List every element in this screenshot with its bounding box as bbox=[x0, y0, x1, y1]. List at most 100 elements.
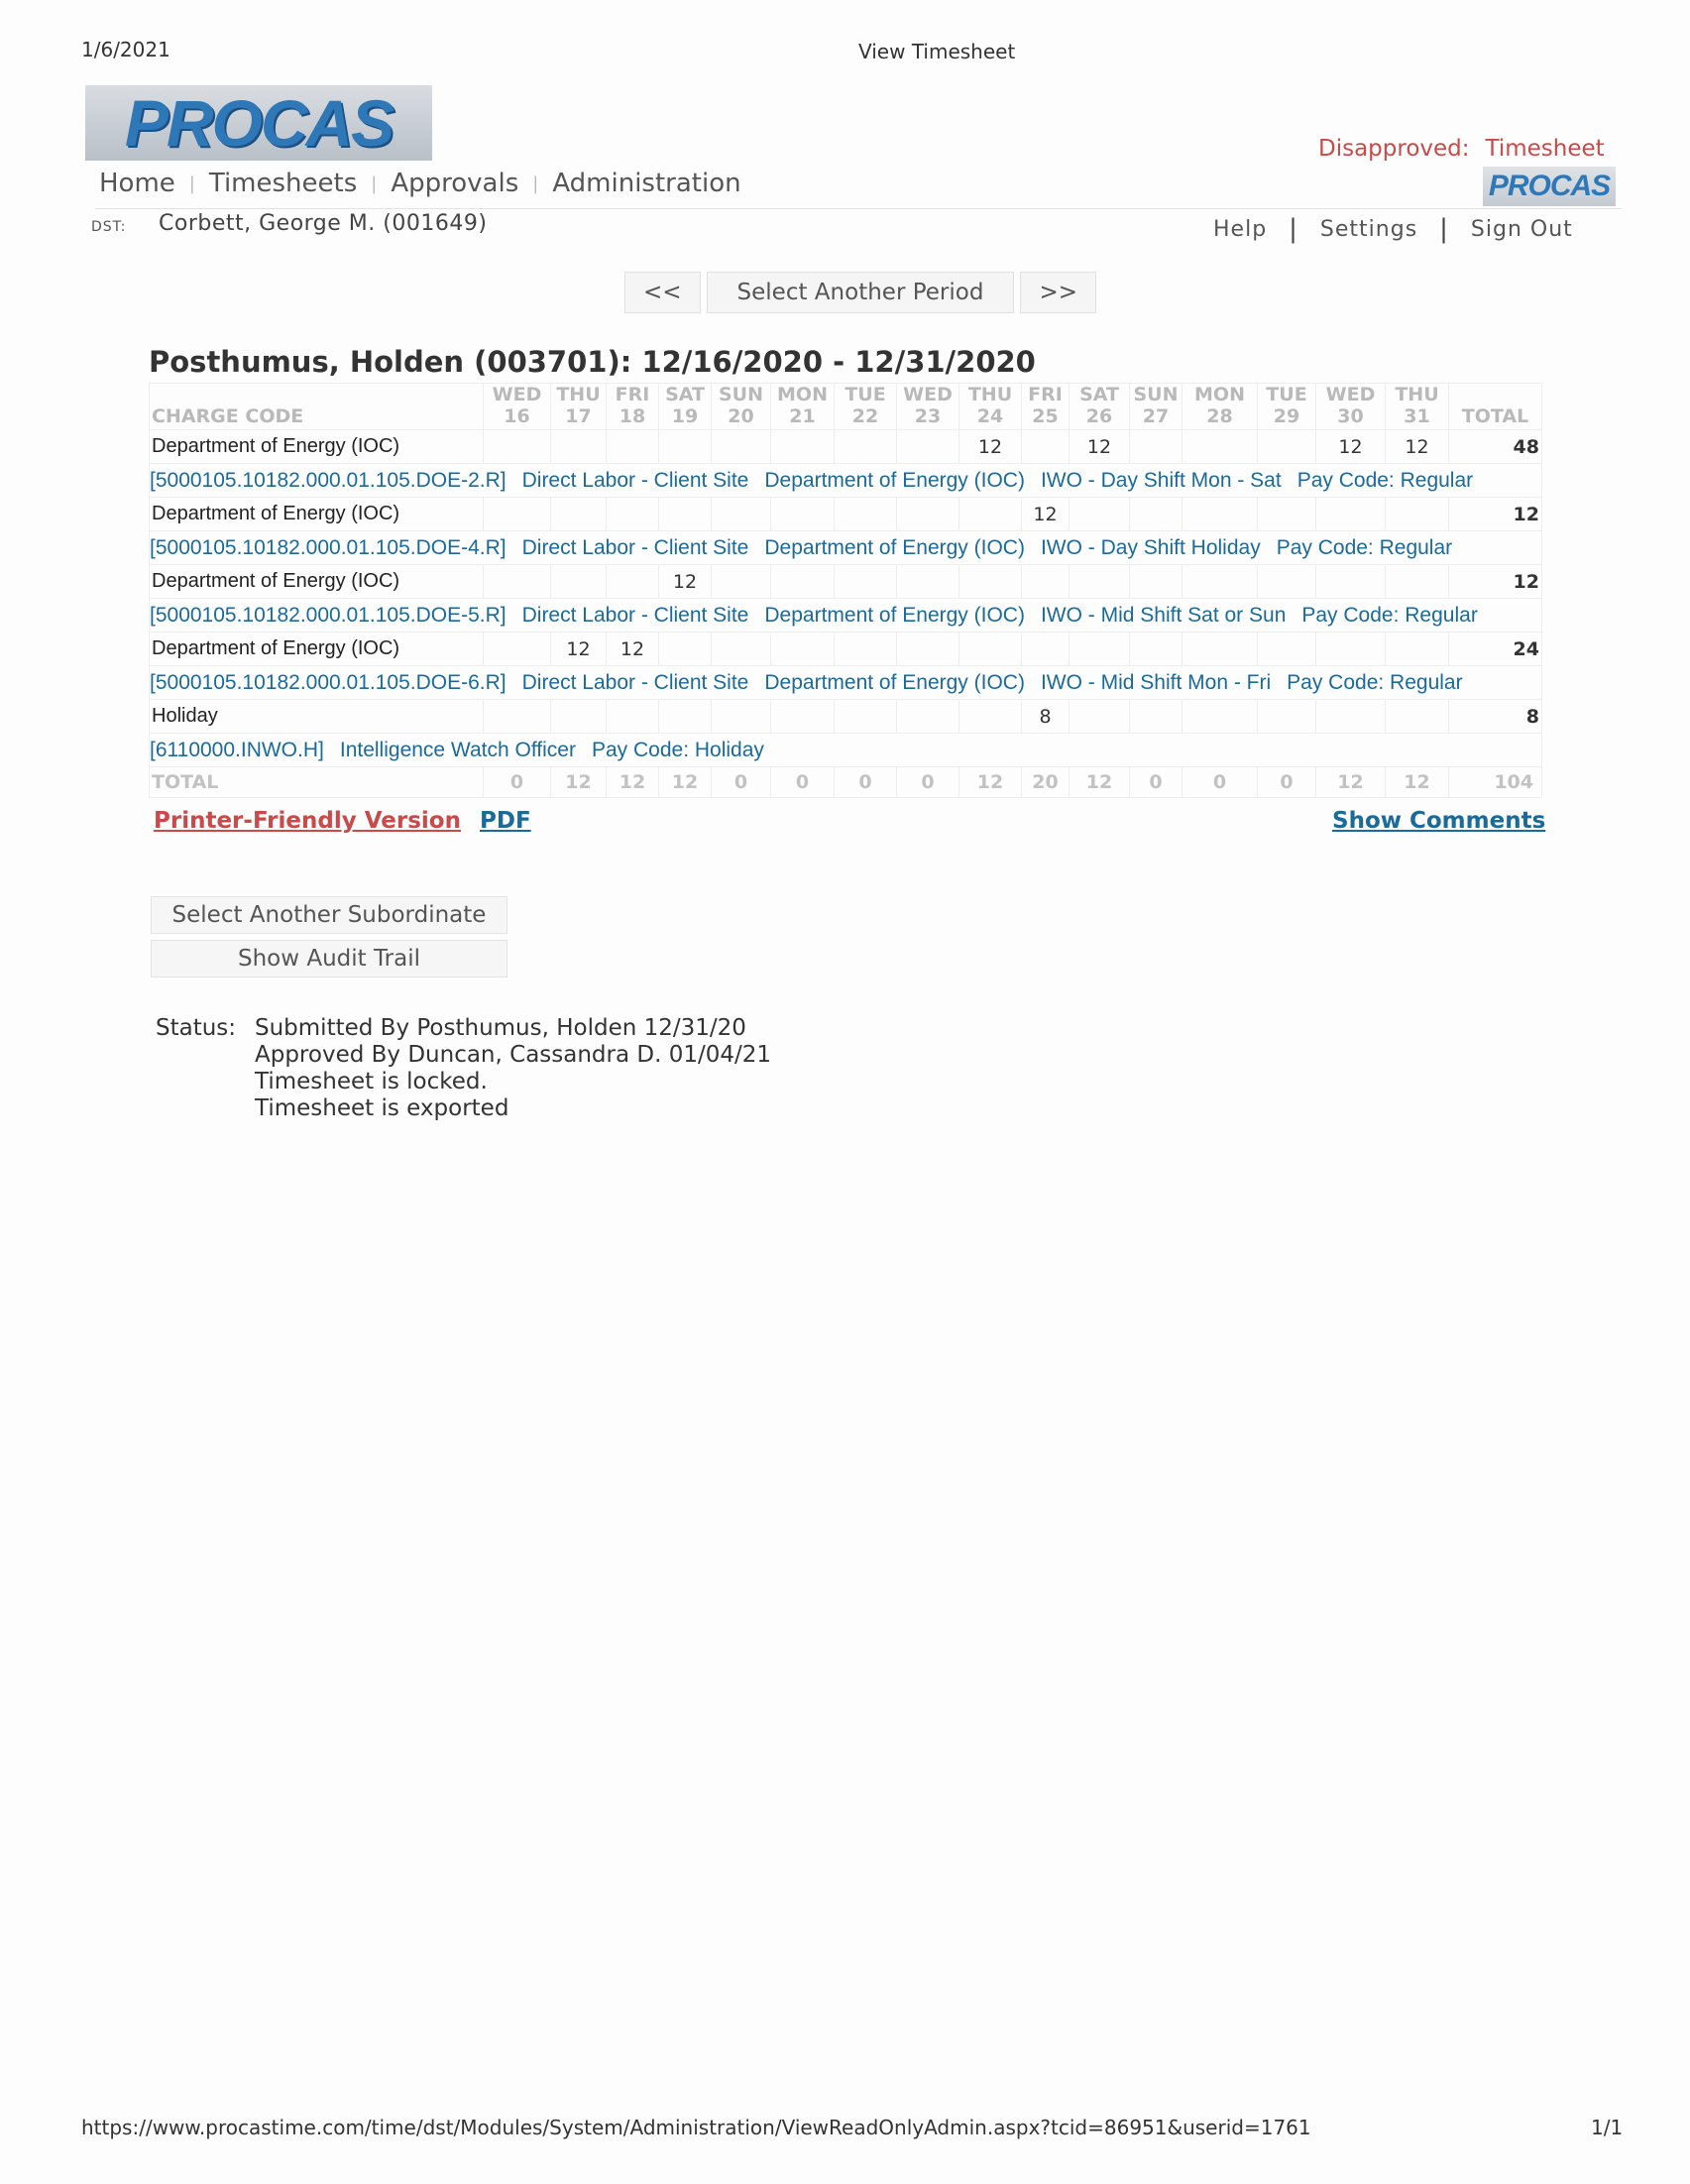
nav-separator: | bbox=[188, 172, 195, 194]
select-period-button[interactable]: Select Another Period bbox=[706, 272, 1015, 313]
charge-code-link[interactable]: [5000105.10182.000.01.105.DOE-6.R] bbox=[150, 671, 507, 694]
day-header: MON 28 bbox=[1182, 383, 1258, 430]
link-separator: | bbox=[1439, 214, 1449, 244]
pay-code[interactable]: Pay Code: Regular bbox=[1297, 469, 1473, 492]
pay-code[interactable]: Pay Code: Holiday bbox=[592, 739, 764, 761]
hours-cell bbox=[770, 429, 835, 464]
timesheet-heading: Posthumus, Holden (003701): 12/16/2020 -… bbox=[149, 345, 1036, 379]
labor-category[interactable]: Direct Labor - Client Site bbox=[522, 604, 749, 627]
next-period-button[interactable]: >> bbox=[1020, 272, 1096, 313]
nav-approvals[interactable]: Approvals bbox=[391, 169, 518, 198]
print-url: https://www.procastime.com/time/dst/Modu… bbox=[81, 2116, 1311, 2139]
status-line: Approved By Duncan, Cassandra D. 01/04/2… bbox=[255, 1042, 772, 1068]
project-label[interactable]: Department of Energy (IOC) bbox=[764, 671, 1025, 694]
hours-cell: 12 bbox=[1385, 429, 1449, 464]
day-of-week: WED bbox=[903, 384, 953, 405]
settings-link[interactable]: Settings bbox=[1320, 217, 1417, 242]
help-link[interactable]: Help bbox=[1213, 217, 1267, 242]
hours-cell bbox=[550, 497, 607, 531]
day-number: 17 bbox=[565, 405, 592, 427]
hours-cell bbox=[958, 564, 1022, 599]
timesheet-table: CHARGE CODE WED 16 THU 17 FRI 18 SAT 19 SUN 20 MON… bbox=[149, 383, 1542, 798]
project-label[interactable]: Department of Energy (IOC) bbox=[764, 469, 1025, 492]
select-subordinate-button[interactable]: Select Another Subordinate bbox=[151, 896, 507, 934]
day-number: 26 bbox=[1085, 405, 1113, 427]
task-label[interactable]: IWO - Day Shift Holiday bbox=[1041, 536, 1261, 559]
hours-cell bbox=[1069, 564, 1130, 599]
hours-cell bbox=[1385, 632, 1449, 666]
labor-category[interactable]: Direct Labor - Client Site bbox=[522, 671, 749, 694]
charge-code-link[interactable]: [6110000.INWO.H] bbox=[150, 739, 324, 761]
day-header: SUN 20 bbox=[711, 383, 771, 430]
hours-cell: 8 bbox=[1021, 699, 1070, 734]
procas-logo[interactable]: PROCAS bbox=[85, 85, 432, 161]
charge-code-link[interactable]: [5000105.10182.000.01.105.DOE-2.R] bbox=[150, 469, 507, 492]
day-number: 19 bbox=[671, 405, 699, 427]
day-total: 0 bbox=[483, 766, 551, 798]
hours-cell bbox=[770, 699, 835, 734]
day-of-week: THU bbox=[967, 384, 1013, 405]
hours-cell bbox=[1129, 699, 1183, 734]
day-header: WED 30 bbox=[1315, 383, 1386, 430]
hours-cell bbox=[1069, 497, 1130, 531]
project-label[interactable]: Department of Energy (IOC) bbox=[764, 536, 1025, 559]
nav-administration[interactable]: Administration bbox=[552, 169, 740, 198]
task-label[interactable]: IWO - Mid Shift Sat or Sun bbox=[1041, 604, 1286, 627]
charge-code-row: [5000105.10182.000.01.105.DOE-4.R] Direct… bbox=[149, 530, 1542, 565]
labor-category[interactable]: Direct Labor - Client Site bbox=[522, 536, 749, 559]
labor-category[interactable]: Intelligence Watch Officer bbox=[340, 739, 576, 761]
day-total: 12 bbox=[958, 766, 1022, 798]
hours-cell bbox=[1021, 632, 1070, 666]
disapproved-value: Timesheet bbox=[1485, 136, 1605, 162]
task-label[interactable]: IWO - Day Shift Mon - Sat bbox=[1041, 469, 1282, 492]
project-label[interactable]: Department of Energy (IOC) bbox=[764, 604, 1025, 627]
pay-code[interactable]: Pay Code: Regular bbox=[1287, 671, 1462, 694]
hours-cell: 12 bbox=[606, 632, 659, 666]
day-header: FRI 18 bbox=[606, 383, 659, 430]
procas-logo-small: PROCAS bbox=[1483, 167, 1616, 206]
hours-cell bbox=[483, 564, 551, 599]
charge-code-link[interactable]: [5000105.10182.000.01.105.DOE-5.R] bbox=[150, 604, 507, 627]
sign-out-link[interactable]: Sign Out bbox=[1471, 217, 1573, 242]
day-number: 23 bbox=[914, 405, 942, 427]
day-of-week: MON bbox=[777, 384, 828, 405]
printer-friendly-link[interactable]: Printer-Friendly Version bbox=[154, 808, 461, 834]
totals-label: TOTAL bbox=[149, 766, 484, 798]
pdf-link[interactable]: PDF bbox=[480, 808, 531, 834]
day-total: 12 bbox=[1385, 766, 1449, 798]
row-total: 12 bbox=[1448, 497, 1542, 531]
show-audit-trail-button[interactable]: Show Audit Trail bbox=[151, 940, 507, 977]
hours-cell bbox=[483, 699, 551, 734]
day-of-week: FRI bbox=[615, 384, 650, 405]
main-nav: Home | Timesheets | Approvals | Administ… bbox=[99, 169, 741, 198]
pay-code[interactable]: Pay Code: Regular bbox=[1301, 604, 1477, 627]
hours-cell bbox=[1129, 497, 1183, 531]
charge-code-link[interactable]: [5000105.10182.000.01.105.DOE-4.R] bbox=[150, 536, 507, 559]
day-total: 0 bbox=[711, 766, 771, 798]
hours-cell bbox=[1021, 564, 1070, 599]
day-of-week: THU bbox=[556, 384, 601, 405]
hours-cell bbox=[1385, 497, 1449, 531]
nav-separator: | bbox=[371, 172, 378, 194]
print-page-number: 1/1 bbox=[1591, 2116, 1624, 2139]
project-row: Department of Energy (IOC) 12 12 24 bbox=[149, 632, 1542, 666]
day-of-week: THU bbox=[1395, 384, 1439, 405]
hours-cell bbox=[1069, 632, 1130, 666]
pay-code[interactable]: Pay Code: Regular bbox=[1277, 536, 1452, 559]
show-comments-link[interactable]: Show Comments bbox=[1332, 808, 1545, 834]
hours-cell bbox=[483, 429, 551, 464]
link-separator: | bbox=[1289, 214, 1298, 244]
hours-cell bbox=[483, 497, 551, 531]
day-total: 12 bbox=[1069, 766, 1130, 798]
previous-period-button[interactable]: << bbox=[624, 272, 701, 313]
labor-category[interactable]: Direct Labor - Client Site bbox=[522, 469, 749, 492]
hours-cell bbox=[834, 699, 897, 734]
nav-home[interactable]: Home bbox=[99, 169, 175, 198]
hours-cell bbox=[1069, 699, 1130, 734]
hours-cell bbox=[550, 699, 607, 734]
nav-timesheets[interactable]: Timesheets bbox=[209, 169, 357, 198]
task-label[interactable]: IWO - Mid Shift Mon - Fri bbox=[1041, 671, 1271, 694]
hours-cell bbox=[1182, 497, 1258, 531]
charge-code-detail: [5000105.10182.000.01.105.DOE-6.R] Direct… bbox=[149, 665, 1542, 700]
status-line: Submitted By Posthumus, Holden 12/31/20 bbox=[255, 1015, 746, 1041]
